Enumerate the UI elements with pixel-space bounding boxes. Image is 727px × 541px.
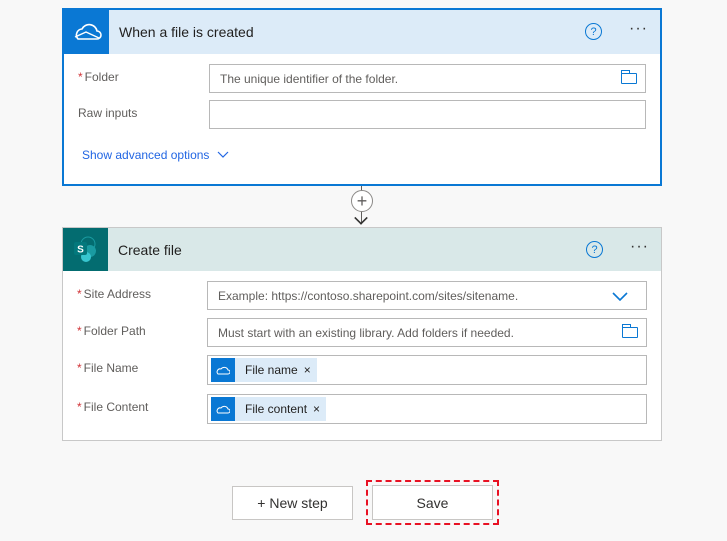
- sharepoint-icon: S: [63, 228, 108, 271]
- action-header[interactable]: S Create file ? ···: [63, 228, 661, 271]
- help-icon[interactable]: ?: [585, 23, 602, 40]
- required-marker: *: [78, 70, 83, 84]
- raw-inputs-input[interactable]: [209, 100, 646, 129]
- new-step-button[interactable]: + New step: [232, 486, 353, 520]
- file-content-label: File Content: [83, 400, 149, 414]
- required-marker: *: [77, 287, 82, 301]
- file-name-row: * File Name File name ×: [63, 355, 661, 385]
- show-advanced-options-link[interactable]: Show advanced options: [82, 148, 229, 162]
- trigger-title: When a file is created: [119, 24, 254, 40]
- more-options-icon[interactable]: ···: [630, 238, 649, 256]
- file-content-input[interactable]: File content ×: [207, 394, 647, 424]
- required-marker: *: [77, 400, 82, 414]
- remove-token-icon[interactable]: ×: [313, 402, 326, 416]
- svg-text:S: S: [77, 244, 84, 255]
- advanced-label: Show advanced options: [82, 148, 210, 162]
- site-address-label: Site Address: [83, 287, 152, 301]
- folder-input[interactable]: The unique identifier of the folder.: [209, 64, 646, 93]
- site-address-row: * Site Address Example: https://contoso.s…: [63, 281, 661, 311]
- chevron-down-icon: [218, 151, 229, 158]
- chevron-down-icon[interactable]: [612, 292, 628, 301]
- folder-placeholder: The unique identifier of the folder.: [220, 71, 399, 86]
- file-name-label: File Name: [83, 361, 139, 375]
- folder-path-row: * Folder Path Must start with an existing…: [63, 318, 661, 348]
- action-card: S Create file ? ··· * Site Address Exampl…: [62, 227, 662, 441]
- more-options-icon[interactable]: ···: [629, 20, 648, 38]
- arrow-down-icon: [354, 211, 368, 225]
- save-button[interactable]: Save: [372, 485, 493, 520]
- folder-picker-icon[interactable]: [621, 70, 637, 84]
- onedrive-icon: [211, 397, 235, 421]
- required-marker: *: [77, 361, 82, 375]
- folder-path-input[interactable]: Must start with an existing library. Add…: [207, 318, 647, 347]
- onedrive-icon: [64, 10, 109, 54]
- remove-token-icon[interactable]: ×: [304, 363, 317, 377]
- file-name-token[interactable]: File name ×: [211, 358, 317, 382]
- help-icon[interactable]: ?: [586, 241, 603, 258]
- file-content-row: * File Content File content ×: [63, 394, 661, 424]
- site-address-placeholder: Example: https://contoso.sharepoint.com/…: [218, 288, 519, 303]
- raw-inputs-label: Raw inputs: [78, 106, 138, 120]
- folder-path-placeholder: Must start with an existing library. Add…: [218, 325, 514, 340]
- required-marker: *: [77, 324, 82, 338]
- raw-inputs-row: Raw inputs: [64, 100, 660, 130]
- file-name-input[interactable]: File name ×: [207, 355, 647, 385]
- site-address-dropdown[interactable]: Example: https://contoso.sharepoint.com/…: [207, 281, 647, 310]
- onedrive-icon: [211, 358, 235, 382]
- folder-row: * Folder The unique identifier of the fol…: [64, 64, 660, 94]
- folder-label: Folder: [84, 70, 119, 84]
- action-title: Create file: [118, 241, 182, 258]
- token-label: File content: [245, 402, 308, 416]
- trigger-header[interactable]: When a file is created ? ···: [64, 10, 660, 54]
- token-label: File name: [245, 363, 298, 377]
- insert-step-button[interactable]: +: [351, 190, 373, 212]
- trigger-card: When a file is created ? ··· * Folder The…: [62, 8, 662, 186]
- folder-path-label: Folder Path: [83, 324, 146, 338]
- folder-picker-icon[interactable]: [622, 324, 638, 338]
- file-content-token[interactable]: File content ×: [211, 397, 327, 421]
